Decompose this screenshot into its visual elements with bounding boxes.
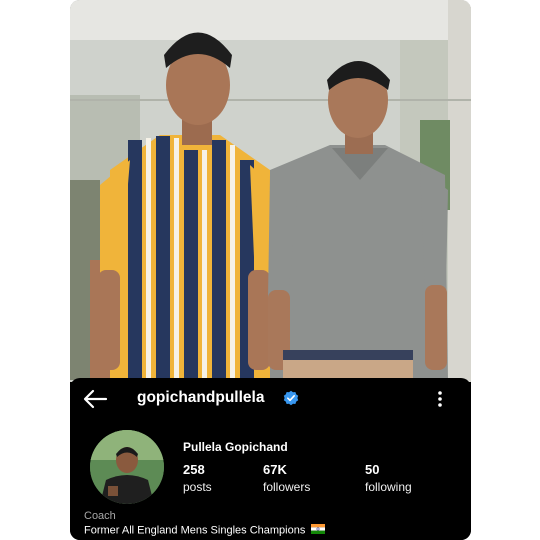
profile-header-panel: gopichandpullela Pullela Gopichand 258 p… [70, 378, 471, 540]
profile-bio-text: Former All England Mens Singles Champion… [84, 524, 306, 537]
following-value: 50 [365, 462, 380, 477]
top-bar: gopichandpullela [70, 378, 471, 418]
profile-bio: Former All England Mens Singles Champion… [84, 524, 326, 537]
avatar[interactable] [90, 430, 164, 504]
profile-full-name: Pullela Gopichand [183, 440, 288, 454]
profile-username: gopichandpullela [137, 389, 265, 406]
followers-value: 67K [263, 462, 287, 477]
verified-badge-icon [283, 390, 299, 406]
profile-category: Coach [84, 510, 116, 522]
following-count[interactable]: 50 following [365, 462, 412, 494]
posts-value: 258 [183, 462, 205, 477]
more-options-icon[interactable] [430, 388, 450, 410]
profile-card: gopichandpullela Pullela Gopichand 258 p… [70, 0, 471, 540]
followers-count[interactable]: 67K followers [263, 462, 310, 494]
posts-count[interactable]: 258 posts [183, 462, 212, 494]
india-flag-icon [311, 524, 326, 537]
profile-photo [70, 0, 471, 382]
back-arrow-icon[interactable] [82, 388, 108, 410]
posts-label: posts [183, 480, 212, 494]
following-label: following [365, 480, 412, 494]
followers-label: followers [263, 480, 311, 494]
